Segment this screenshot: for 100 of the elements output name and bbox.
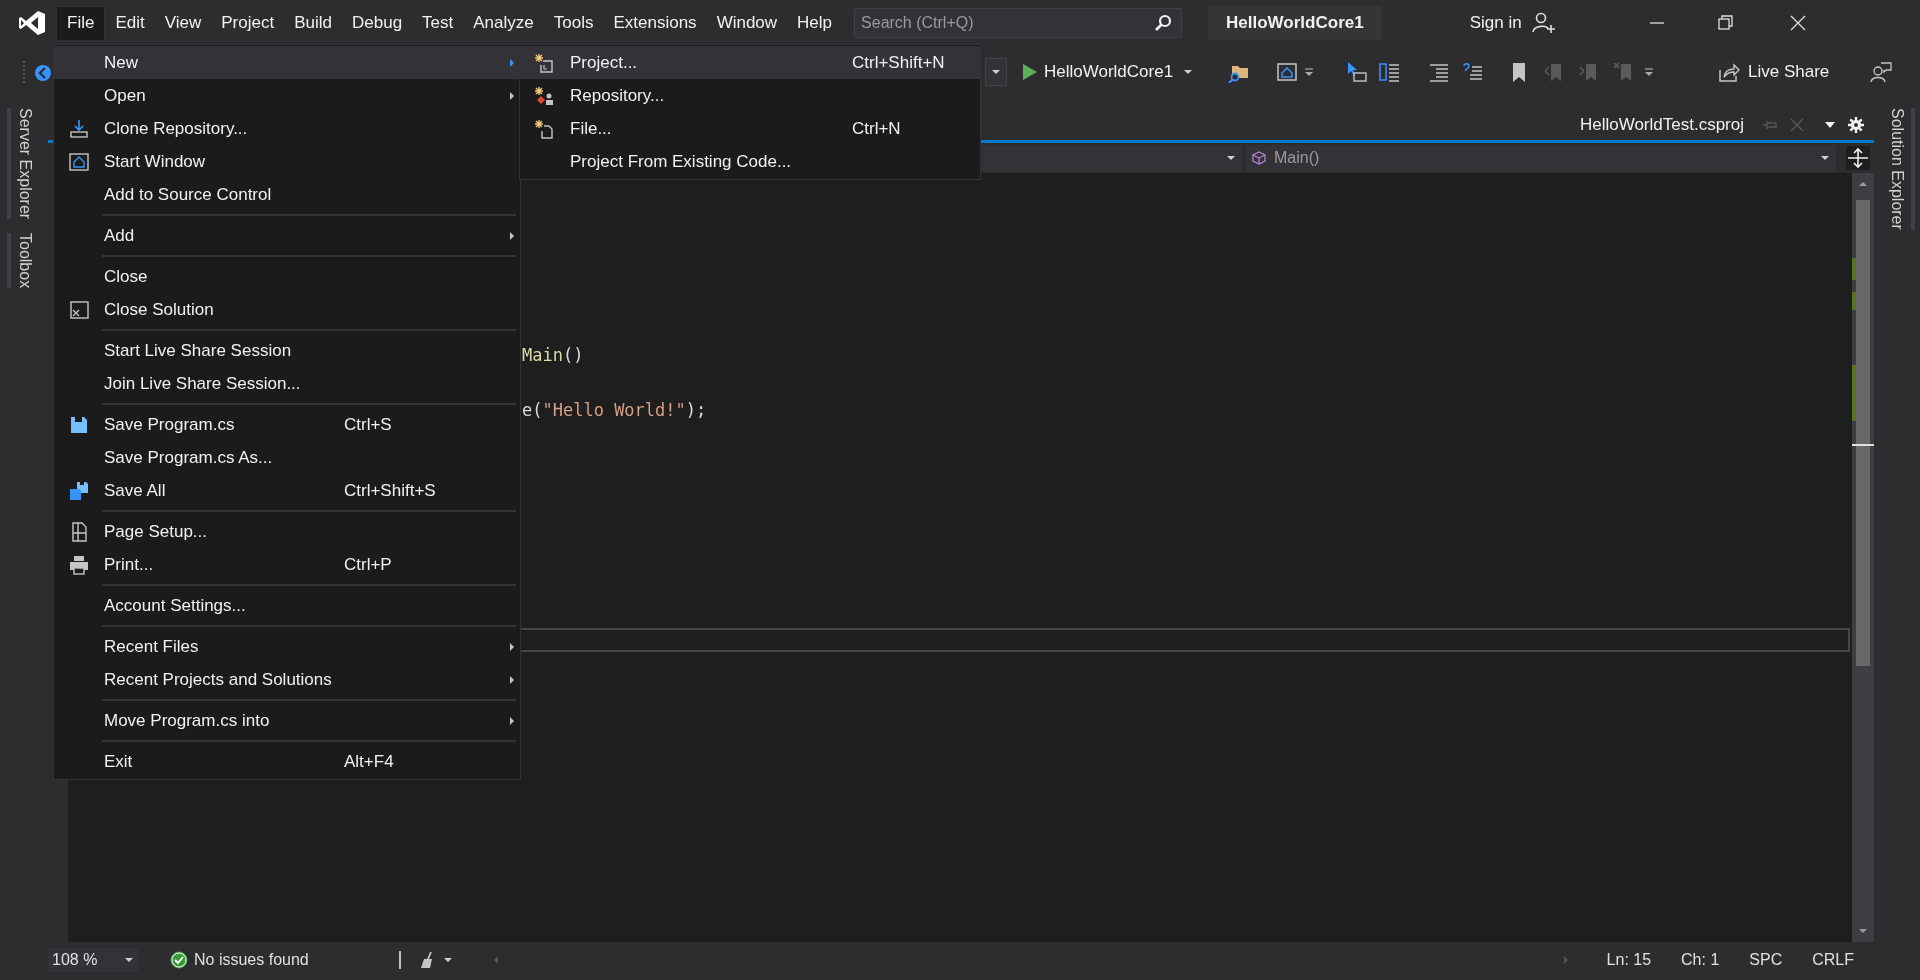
grip-icon — [22, 60, 26, 85]
menu-item[interactable]: Save Program.cs As... — [54, 441, 520, 474]
check-circle-icon — [170, 950, 188, 969]
menu-item[interactable]: Print... Ctrl+P — [54, 548, 520, 581]
menu-item[interactable]: Join Live Share Session... — [54, 367, 520, 400]
change-marker — [1852, 292, 1856, 310]
line-ending-mode[interactable]: CRLF — [1812, 947, 1854, 972]
share-icon — [1718, 62, 1740, 82]
line-number: Ln: 15 — [1606, 949, 1652, 970]
window-title: HelloWorldCore1 — [1208, 5, 1382, 40]
restore-icon[interactable] — [1717, 14, 1734, 31]
menu-item[interactable]: Page Setup... — [54, 515, 520, 548]
menu-item[interactable]: Close — [54, 260, 520, 293]
code-line: e("Hello World!"); — [522, 399, 707, 422]
menu-item[interactable]: Exit Alt+F4 — [54, 745, 520, 778]
tool-window-tab[interactable]: Solution Explorer — [1881, 108, 1915, 230]
menu-item[interactable]: View — [154, 5, 212, 40]
menu-item[interactable]: Save Program.cs Ctrl+S — [54, 408, 520, 441]
new-repository-icon — [535, 85, 555, 106]
menu-item[interactable]: Window — [706, 5, 788, 40]
run-button[interactable]: HelloWorldCore1 — [1018, 57, 1198, 87]
column-number: Ch: 1 — [1681, 949, 1720, 970]
menu-item[interactable]: Close Solution — [54, 293, 520, 326]
sign-in-link[interactable]: Sign in — [1469, 9, 1522, 36]
menu-item[interactable]: Build — [284, 5, 342, 40]
cube-icon — [1252, 151, 1266, 165]
new-project-icon — [535, 52, 555, 73]
scrollbar-thumb[interactable] — [1856, 200, 1870, 666]
caret-icon[interactable] — [1824, 121, 1836, 129]
document-tab[interactable]: HelloWorldTest.csproj — [1579, 112, 1744, 138]
member-dropdown[interactable]: Main() — [1246, 145, 1836, 171]
change-marker — [1852, 258, 1856, 280]
caret-icon — [991, 69, 1001, 75]
menu-item[interactable]: Add to Source Control — [54, 178, 520, 211]
menu-item[interactable]: Project From Existing Code... — [520, 145, 980, 178]
menu-item[interactable]: File — [56, 5, 106, 40]
menu-item[interactable]: Start Live Share Session — [54, 334, 520, 367]
pointer-icon[interactable] — [1345, 61, 1367, 83]
menu-item[interactable]: Analyze — [463, 5, 544, 40]
columns-icon[interactable] — [1378, 61, 1400, 83]
change-marker — [1852, 365, 1856, 421]
tool-window-tab[interactable]: Server Explorer — [7, 108, 41, 220]
split-icon[interactable] — [1846, 146, 1870, 170]
close-window-icon — [69, 299, 89, 320]
feedback-person-icon[interactable] — [1870, 61, 1892, 83]
live-share-button[interactable]: Live Share — [1718, 57, 1830, 87]
play-icon — [1022, 63, 1038, 81]
menu-item[interactable]: Clone Repository... — [54, 112, 520, 145]
printer-icon — [69, 554, 89, 575]
new-file-icon — [535, 118, 555, 139]
menu-item[interactable]: Open — [54, 79, 520, 112]
whitespace-mode[interactable]: SPC — [1749, 947, 1783, 972]
scroll-right-icon — [1562, 954, 1569, 965]
caret-icon — [1226, 155, 1236, 161]
caret-icon — [124, 956, 134, 963]
scrollbar[interactable] — [1852, 173, 1874, 942]
logo-icon — [18, 8, 46, 37]
menu-item[interactable]: Start Window — [54, 145, 520, 178]
menu-item[interactable]: Repository... — [520, 79, 980, 112]
menu-item[interactable]: Test — [412, 5, 464, 40]
menu-item[interactable]: Recent Projects and Solutions — [54, 663, 520, 696]
caret-icon — [1183, 69, 1194, 75]
menu-item[interactable]: Save All Ctrl+Shift+S — [54, 474, 520, 507]
indent-icon[interactable] — [1428, 61, 1450, 83]
add-person-icon[interactable] — [1531, 11, 1556, 34]
code-line: Main() — [522, 344, 584, 367]
search-field[interactable]: Search (Ctrl+Q) — [854, 7, 1183, 38]
menu-item[interactable]: Recent Files — [54, 630, 520, 663]
menu-item[interactable]: Help — [787, 5, 843, 40]
caret-icon — [1820, 155, 1830, 161]
tool-window-tab[interactable]: Toolbox — [7, 233, 41, 289]
search-icon[interactable] — [1154, 13, 1173, 32]
comment-lines-icon[interactable] — [1462, 61, 1484, 83]
code-cleanup-button[interactable] — [418, 950, 453, 969]
zoom-dropdown[interactable]: 108 % — [48, 947, 138, 972]
menu-item[interactable]: Edit — [105, 5, 155, 40]
save-icon — [69, 414, 89, 435]
back-icon[interactable] — [34, 63, 52, 82]
settings-icon[interactable] — [1848, 117, 1864, 133]
menu-item[interactable]: Add — [54, 219, 520, 252]
home-window-icon — [69, 151, 89, 172]
download-icon — [69, 118, 89, 139]
menu-item[interactable]: Move Program.cs into — [54, 704, 520, 737]
page-setup-icon — [69, 521, 89, 542]
scroll-left-icon — [492, 954, 499, 965]
issues-indicator[interactable]: No issues found — [170, 947, 309, 972]
menu-item[interactable]: Account Settings... — [54, 589, 520, 622]
menu-item[interactable]: Debug — [342, 5, 413, 40]
caret-position-marker — [1852, 444, 1874, 446]
menu-item[interactable]: File... Ctrl+N — [520, 112, 980, 145]
menu-item[interactable]: Project — [211, 5, 285, 40]
scroll-up-icon — [1858, 181, 1868, 187]
menu-item[interactable]: New — [54, 46, 520, 79]
menu-item[interactable]: Project... Ctrl+Shift+N — [520, 46, 980, 79]
menu-item[interactable]: Extensions — [603, 5, 707, 40]
home-window-icon[interactable] — [1276, 61, 1298, 83]
menu-item[interactable]: Tools — [543, 5, 604, 40]
configuration-dropdown[interactable] — [985, 58, 1007, 86]
save-all-icon — [69, 480, 89, 501]
scroll-down-icon — [1858, 928, 1868, 934]
